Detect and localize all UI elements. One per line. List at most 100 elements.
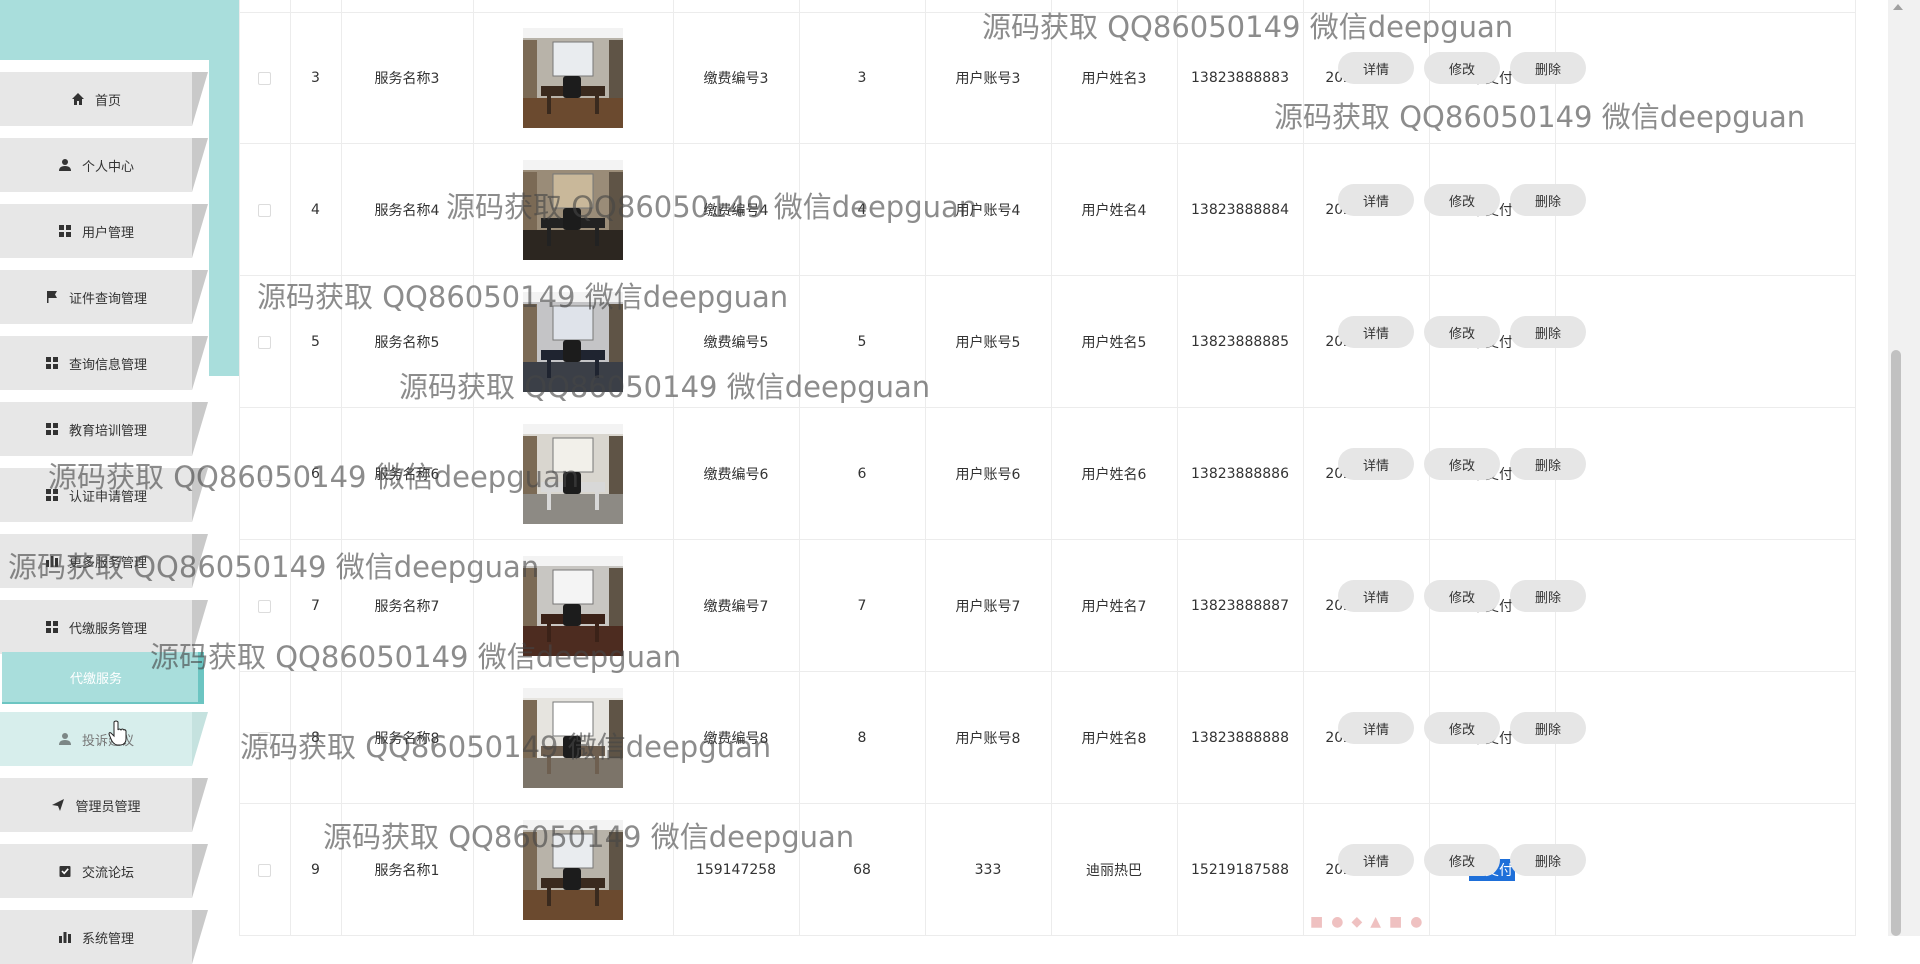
service-image[interactable] bbox=[523, 688, 623, 788]
row-checkbox[interactable] bbox=[258, 335, 271, 349]
sidebar-item-13[interactable]: 系统管理 bbox=[0, 910, 208, 964]
detail-button[interactable]: 详情 bbox=[1338, 184, 1414, 216]
sidebar-item-label: 认证申请管理 bbox=[68, 489, 147, 505]
cell-text: 7 bbox=[311, 598, 320, 614]
image-cell bbox=[473, 540, 673, 672]
service-image[interactable] bbox=[523, 556, 623, 656]
image-cell bbox=[473, 144, 673, 276]
cell-index: 9 bbox=[290, 804, 341, 936]
row-checkbox[interactable] bbox=[258, 731, 271, 745]
edit-button[interactable]: 修改 bbox=[1424, 580, 1500, 612]
cell-text: 用户姓名6 bbox=[1081, 467, 1147, 483]
cell-account: 用户账号6 bbox=[925, 408, 1051, 540]
edit-button[interactable]: 修改 bbox=[1424, 712, 1500, 744]
service-image[interactable] bbox=[523, 820, 623, 920]
sidebar-item-label: 交流论坛 bbox=[81, 865, 134, 881]
service-image[interactable] bbox=[523, 292, 623, 392]
row-checkbox[interactable] bbox=[258, 599, 271, 613]
detail-button[interactable]: 详情 bbox=[1338, 316, 1414, 348]
sidebar-header-band bbox=[0, 0, 239, 60]
row-checkbox[interactable] bbox=[258, 71, 271, 85]
ime-icon: ◆ bbox=[1351, 914, 1363, 930]
detail-button[interactable]: 详情 bbox=[1338, 52, 1414, 84]
bars-icon bbox=[45, 554, 59, 568]
cell-amount: 8 bbox=[799, 672, 925, 804]
detail-button[interactable]: 详情 bbox=[1338, 844, 1414, 876]
cell-text: 迪丽热巴 bbox=[1086, 863, 1142, 879]
cell-text: 13823888888 bbox=[1191, 730, 1289, 746]
grid-icon bbox=[45, 356, 59, 370]
cell-text: 13823888884 bbox=[1191, 202, 1289, 218]
delete-button[interactable]: 删除 bbox=[1510, 712, 1586, 744]
ime-icon: ■ bbox=[1310, 914, 1324, 930]
ime-icon: ■ bbox=[1389, 914, 1403, 930]
cell-account: 用户账号7 bbox=[925, 540, 1051, 672]
edit-button[interactable]: 修改 bbox=[1424, 844, 1500, 876]
sidebar-item-10[interactable]: 投诉建议 bbox=[0, 712, 208, 766]
sidebar-subitem-active[interactable]: 代缴服务 bbox=[2, 652, 204, 704]
row-checkbox[interactable] bbox=[258, 863, 271, 877]
cell-text: 5 bbox=[857, 334, 867, 350]
row-select-cell bbox=[239, 276, 290, 408]
cell-user-name: 用户姓名5 bbox=[1051, 276, 1177, 408]
sidebar-item-7[interactable]: 认证申请管理 bbox=[0, 468, 208, 522]
cell-phone: 13823888888 bbox=[1177, 672, 1303, 804]
ime-icon: ▲ bbox=[1370, 914, 1382, 930]
cell-phone: 13823888886 bbox=[1177, 408, 1303, 540]
service-image[interactable] bbox=[523, 28, 623, 128]
column-divider bbox=[1855, 0, 1856, 936]
sidebar-item-6[interactable]: 教育培训管理 bbox=[0, 402, 208, 456]
sidebar-item-11[interactable]: 管理员管理 bbox=[0, 778, 208, 832]
flag-icon bbox=[45, 290, 59, 304]
user-icon bbox=[58, 158, 72, 172]
delete-button[interactable]: 删除 bbox=[1510, 580, 1586, 612]
edit-button[interactable]: 修改 bbox=[1424, 448, 1500, 480]
sidebar-item-12[interactable]: 交流论坛 bbox=[0, 844, 208, 898]
row-select-cell bbox=[239, 408, 290, 540]
cell-payment-no: 缴费编号5 bbox=[673, 276, 799, 408]
delete-button[interactable]: 删除 bbox=[1510, 184, 1586, 216]
sidebar-item-1[interactable]: 首页 bbox=[0, 72, 208, 126]
cell-text: 7 bbox=[857, 598, 867, 614]
delete-button[interactable]: 删除 bbox=[1510, 448, 1586, 480]
cell-phone: 13823888883 bbox=[1177, 12, 1303, 144]
service-image[interactable] bbox=[523, 160, 623, 260]
delete-button[interactable]: 删除 bbox=[1510, 844, 1586, 876]
sidebar-item-9[interactable]: 代缴服务管理 bbox=[0, 600, 208, 654]
cell-text: 服务名称7 bbox=[374, 599, 440, 615]
cell-user-name: 用户姓名8 bbox=[1051, 672, 1177, 804]
cell-payment-no: 缴费编号3 bbox=[673, 12, 799, 144]
sidebar-item-label: 更多服务管理 bbox=[68, 555, 147, 571]
cell-text: 4 bbox=[857, 202, 867, 218]
row-select-cell bbox=[239, 12, 290, 144]
table-row: 6服务名称6缴费编号66用户账号6用户姓名6138238888862023-01… bbox=[239, 408, 1855, 540]
detail-button[interactable]: 详情 bbox=[1338, 448, 1414, 480]
edit-button[interactable]: 修改 bbox=[1424, 52, 1500, 84]
cell-text: 13823888887 bbox=[1191, 598, 1289, 614]
cell-text: 13823888883 bbox=[1191, 70, 1289, 86]
row-checkbox[interactable] bbox=[258, 203, 271, 217]
cell-text: 3 bbox=[311, 70, 320, 86]
sidebar-item-2[interactable]: 个人中心 bbox=[0, 138, 208, 192]
cell-service-name: 服务名称1 bbox=[341, 804, 473, 936]
user-icon bbox=[58, 732, 72, 746]
cell-text: 服务名称1 bbox=[374, 863, 440, 879]
sidebar-item-4[interactable]: 证件查询管理 bbox=[0, 270, 208, 324]
row-select-cell bbox=[239, 804, 290, 936]
sidebar-item-3[interactable]: 用户管理 bbox=[0, 204, 208, 258]
edit-button[interactable]: 修改 bbox=[1424, 316, 1500, 348]
scrollbar-thumb[interactable] bbox=[1891, 350, 1901, 936]
sidebar-item-5[interactable]: 查询信息管理 bbox=[0, 336, 208, 390]
detail-button[interactable]: 详情 bbox=[1338, 580, 1414, 612]
cell-index: 6 bbox=[290, 408, 341, 540]
cell-index: 3 bbox=[290, 12, 341, 144]
service-image[interactable] bbox=[523, 424, 623, 524]
detail-button[interactable]: 详情 bbox=[1338, 712, 1414, 744]
delete-button[interactable]: 删除 bbox=[1510, 52, 1586, 84]
cell-text: 用户账号6 bbox=[955, 467, 1021, 483]
scroll-up-arrow-icon[interactable] bbox=[1893, 4, 1903, 10]
delete-button[interactable]: 删除 bbox=[1510, 316, 1586, 348]
edit-button[interactable]: 修改 bbox=[1424, 184, 1500, 216]
row-checkbox[interactable] bbox=[258, 467, 271, 481]
sidebar-item-8[interactable]: 更多服务管理 bbox=[0, 534, 208, 588]
